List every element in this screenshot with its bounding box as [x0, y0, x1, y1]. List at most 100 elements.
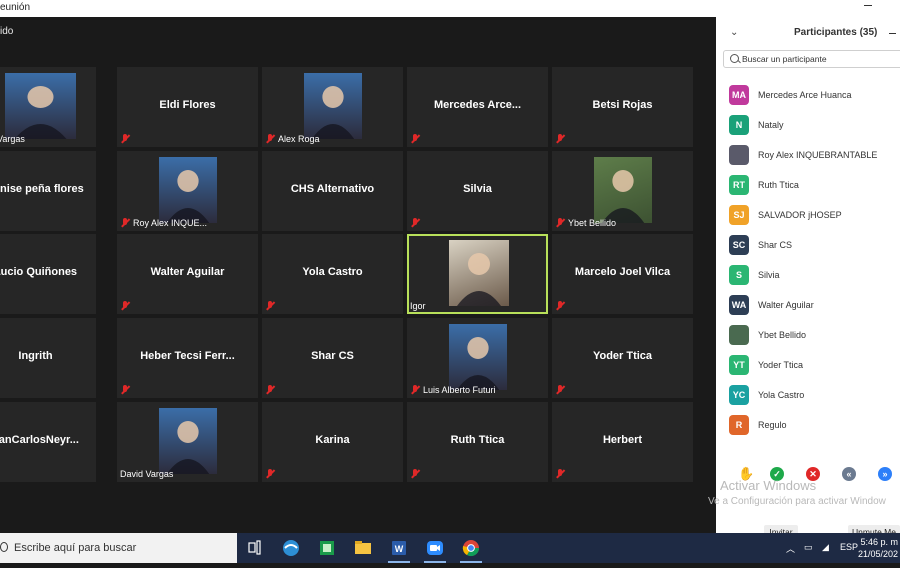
chrome-browser-icon[interactable] [454, 533, 488, 563]
clock[interactable]: 5:46 p. m 21/05/202 [858, 536, 898, 560]
avatar: SJ [729, 205, 749, 225]
participant-tile[interactable]: Silvia [407, 151, 548, 231]
participant-list-item[interactable]: SC Shar CS [716, 231, 900, 261]
avatar-photo-icon [449, 324, 507, 390]
participant-tile[interactable]: Karina [262, 402, 403, 482]
participant-list-item[interactable]: N Nataly [716, 111, 900, 141]
mic-status [265, 384, 278, 396]
participant-list-item[interactable]: Roy Alex INQUEBRANTABLE [716, 141, 900, 171]
participant-tile[interactable]: David Vargas [117, 402, 258, 482]
participant-list-item[interactable]: WA Walter Aguilar [716, 291, 900, 321]
participant-name: denise peña flores [0, 183, 84, 195]
participant-list-item[interactable]: S Silvia [716, 261, 900, 291]
participant-tile[interactable]: Lucio Quiñones [0, 234, 96, 314]
participant-tile[interactable]: Alex Roga [262, 67, 403, 147]
participant-name: Betsi Rojas [592, 99, 653, 111]
participant-list-item[interactable]: YC Yola Castro [716, 381, 900, 411]
participant-tile[interactable]: Herbert [552, 402, 693, 482]
participant-name: Mercedes Arce... [433, 99, 522, 111]
participant-tile[interactable]: Walter Aguilar [117, 234, 258, 314]
mic-status [120, 133, 133, 145]
avatar-photo-icon [5, 73, 76, 139]
mic-status [120, 300, 133, 312]
name-label: Igor [410, 300, 426, 312]
edge-browser-icon[interactable] [274, 533, 308, 563]
participant-list-name: Regulo [758, 420, 787, 430]
participant-tile[interactable]: avid Vargas [0, 67, 96, 147]
participant-list-item[interactable]: RT Ruth Ttica [716, 171, 900, 201]
mic-muted-icon [120, 301, 130, 311]
spreadsheet-app-icon[interactable] [310, 533, 344, 563]
participant-list-name: Shar CS [758, 240, 793, 250]
participant-name: Roy Alex INQUE... [133, 218, 208, 228]
participant-tile[interactable]: Yola Castro [262, 234, 403, 314]
participant-list-name: SALVADOR jHOSEP [758, 210, 842, 220]
participant-search-input[interactable] [742, 52, 892, 66]
participant-tile[interactable]: Igor [407, 234, 548, 314]
participant-name: Yola Castro [302, 266, 363, 278]
participant-list-name: Yoder Ttica [758, 360, 804, 370]
name-label: Ybet Bellido [555, 217, 616, 229]
avatar-photo-icon [159, 408, 217, 474]
video-feed-icon [449, 240, 509, 306]
participant-tile[interactable]: Shar CS [262, 318, 403, 398]
task-view-icon[interactable] [238, 533, 272, 563]
participant-tile[interactable]: Roy Alex INQUE... [117, 151, 258, 231]
participants-panel: ⌄ Participantes (35) MA Mercedes Arce Hua… [716, 17, 900, 539]
zoom-app-icon[interactable] [418, 533, 452, 563]
participant-name: Igor [410, 301, 426, 311]
tray-arrow-icon[interactable]: ︿ [786, 542, 795, 555]
word-app-icon[interactable]: W [382, 533, 416, 563]
go-slower-icon[interactable]: « [842, 467, 856, 481]
mic-muted-icon [555, 469, 565, 479]
mic-status [410, 133, 423, 145]
participant-tile[interactable]: Yoder Ttica [552, 318, 693, 398]
participant-tile[interactable]: Mercedes Arce... [407, 67, 548, 147]
participant-list-item[interactable]: R Regulo [716, 411, 900, 441]
avatar: WA [729, 295, 749, 315]
volume-icon[interactable]: ◢ [822, 542, 829, 553]
taskbar-search-text: Escribe aquí para buscar [14, 542, 137, 554]
participant-list-item[interactable]: YT Yoder Ttica [716, 351, 900, 381]
participant-tile[interactable]: Ruth Ttica [407, 402, 548, 482]
participant-tile[interactable]: Ingrith [0, 318, 96, 398]
participant-tile[interactable]: uanCarlosNeyr... [0, 402, 96, 482]
svg-text:W: W [395, 544, 404, 554]
search-icon [0, 542, 8, 552]
language-indicator[interactable]: ESP [840, 542, 858, 552]
participant-tile[interactable]: Betsi Rojas [552, 67, 693, 147]
participant-search[interactable] [723, 50, 900, 68]
participant-list-name: Ybet Bellido [758, 330, 807, 340]
participant-name: uanCarlosNeyr... [0, 434, 79, 446]
participant-list-name: Nataly [758, 120, 784, 130]
mic-muted-icon [265, 301, 275, 311]
participant-tile[interactable]: Eldi Flores [117, 67, 258, 147]
participant-name: Ybet Bellido [568, 218, 617, 228]
participant-list-item[interactable]: SJ SALVADOR jHOSEP [716, 201, 900, 231]
file-explorer-icon[interactable] [346, 533, 380, 563]
minimize-icon[interactable] [889, 33, 896, 34]
participant-name: Herbert [602, 434, 643, 446]
participant-tile[interactable]: Marcelo Joel Vilca [552, 234, 693, 314]
participant-tile[interactable]: Heber Tecsi Ferr... [117, 318, 258, 398]
participant-tile[interactable]: Luis Alberto Futuri [407, 318, 548, 398]
name-label: Alex Roga [265, 133, 320, 145]
mic-status [410, 468, 423, 480]
participant-name: Shar CS [311, 350, 354, 362]
taskbar-search[interactable]: Escribe aquí para buscar [0, 533, 237, 563]
participants-header: ⌄ Participantes (35) [716, 25, 900, 43]
participant-list-item[interactable]: MA Mercedes Arce Huanca [716, 81, 900, 111]
network-icon[interactable]: ▭ [804, 542, 813, 553]
participant-list-item[interactable]: Ybet Bellido [716, 321, 900, 351]
minimize-icon[interactable] [864, 5, 872, 6]
mic-muted-icon [265, 134, 275, 144]
participant-name: Silvia [463, 183, 492, 195]
go-faster-icon[interactable]: » [878, 467, 892, 481]
participant-tile[interactable]: CHS Alternativo [262, 151, 403, 231]
chevron-down-icon[interactable]: ⌄ [730, 27, 738, 38]
mic-status [555, 384, 568, 396]
participant-name: CHS Alternativo [290, 183, 375, 195]
mic-status [410, 217, 423, 229]
participant-tile[interactable]: denise peña flores [0, 151, 96, 231]
participant-tile[interactable]: Ybet Bellido [552, 151, 693, 231]
